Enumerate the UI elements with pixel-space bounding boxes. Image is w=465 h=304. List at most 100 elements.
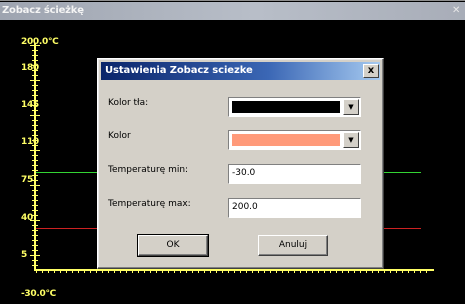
axis-tick xyxy=(32,130,38,131)
axis-tick xyxy=(384,270,385,273)
axis-tick xyxy=(32,235,38,236)
axis-tick xyxy=(114,270,115,273)
axis-tick xyxy=(32,100,38,101)
axis-tick xyxy=(32,210,38,211)
axis-tick xyxy=(102,270,103,273)
axis-tick xyxy=(282,270,283,273)
axis-tick xyxy=(32,200,38,201)
axis-tick xyxy=(32,140,38,141)
axis-tick xyxy=(270,270,271,273)
axis-tick xyxy=(414,270,415,273)
background-color-swatch xyxy=(232,101,340,113)
axis-tick xyxy=(30,115,40,116)
axis-tick xyxy=(30,185,40,186)
dialog-close-button[interactable]: x xyxy=(363,64,379,78)
close-icon[interactable]: ✕ xyxy=(452,6,460,16)
axis-tick xyxy=(30,220,40,221)
graph-window-titlebar[interactable]: Zobacz ścieżkę ✕ xyxy=(0,2,465,20)
chevron-down-icon[interactable]: ▼ xyxy=(343,132,359,148)
axis-tick xyxy=(186,270,187,273)
axis-tick xyxy=(228,270,229,273)
chevron-down-icon[interactable]: ▼ xyxy=(343,99,359,115)
axis-tick xyxy=(198,270,199,273)
axis-tick xyxy=(138,270,139,273)
axis-tick xyxy=(32,205,38,206)
axis-tick xyxy=(32,260,38,261)
axis-tick xyxy=(294,270,295,273)
axis-tick xyxy=(324,270,325,273)
axis-tick xyxy=(192,270,193,273)
axis-tick xyxy=(32,135,38,136)
axis-tick xyxy=(32,165,38,166)
axis-tick xyxy=(204,270,205,273)
ok-button[interactable]: OK xyxy=(137,234,209,257)
axis-tick xyxy=(372,270,373,273)
temp-max-label: Temperaturę max: xyxy=(108,199,191,209)
axis-tick xyxy=(126,270,127,273)
axis-tick xyxy=(378,270,379,273)
axis-tick xyxy=(32,180,38,181)
background-color-label: Kolor tła: xyxy=(108,98,149,108)
axis-tick xyxy=(210,270,211,273)
axis-tick xyxy=(132,270,133,273)
axis-tick xyxy=(276,270,277,273)
axis-tick xyxy=(32,120,38,121)
axis-tick xyxy=(32,50,38,51)
axis-tick xyxy=(54,270,55,273)
axis-tick xyxy=(246,270,247,273)
axis-tick xyxy=(32,65,38,66)
axis-tick xyxy=(72,270,73,273)
settings-dialog: Ustawienia Zobacz sciezke x Kolor tła: ▼… xyxy=(97,58,384,269)
axis-tick xyxy=(32,90,38,91)
axis-tick xyxy=(312,270,313,273)
axis-tick xyxy=(396,270,397,273)
color-label: Kolor xyxy=(108,131,131,141)
axis-tick xyxy=(30,45,40,46)
dialog-title: Ustawienia Zobacz sciezke xyxy=(105,65,253,76)
axis-tick xyxy=(32,75,38,76)
axis-label-min: -30.0°C xyxy=(21,289,56,299)
axis-tick xyxy=(32,95,38,96)
axis-tick xyxy=(108,270,109,273)
background-color-select[interactable]: ▼ xyxy=(228,97,361,117)
axis-tick xyxy=(90,270,91,273)
color-select[interactable]: ▼ xyxy=(228,130,361,150)
temp-min-input[interactable]: -30.0 xyxy=(228,164,361,184)
axis-tick xyxy=(78,270,79,273)
axis-tick xyxy=(300,270,301,273)
axis-tick xyxy=(32,105,38,106)
axis-tick xyxy=(330,270,331,273)
axis-tick xyxy=(306,270,307,273)
axis-tick xyxy=(84,270,85,273)
temp-max-input[interactable]: 200.0 xyxy=(228,198,361,218)
axis-tick xyxy=(32,215,38,216)
dialog-titlebar[interactable]: Ustawienia Zobacz sciezke x xyxy=(101,62,380,80)
cancel-button[interactable]: Anuluj xyxy=(258,235,328,256)
axis-tick xyxy=(30,255,40,256)
axis-tick xyxy=(32,60,38,61)
axis-tick xyxy=(32,145,38,146)
axis-tick xyxy=(408,270,409,273)
axis-tick xyxy=(32,125,38,126)
axis-tick xyxy=(32,85,38,86)
axis-tick xyxy=(180,270,181,273)
axis-tick xyxy=(264,270,265,273)
axis-tick xyxy=(354,270,355,273)
axis-tick xyxy=(156,270,157,273)
axis-tick xyxy=(258,270,259,273)
axis-tick xyxy=(318,270,319,273)
axis-tick xyxy=(252,270,253,273)
axis-tick xyxy=(32,160,38,161)
axis-tick xyxy=(168,270,169,273)
axis-tick xyxy=(66,270,67,273)
axis-tick xyxy=(32,265,38,266)
axis-tick xyxy=(30,80,40,81)
axis-tick xyxy=(216,270,217,273)
color-swatch xyxy=(232,134,340,146)
axis-tick xyxy=(174,270,175,273)
axis-tick xyxy=(60,270,61,273)
axis-tick xyxy=(32,170,38,171)
axis-tick xyxy=(48,270,49,273)
axis-tick xyxy=(32,70,38,71)
axis-tick xyxy=(32,155,38,156)
